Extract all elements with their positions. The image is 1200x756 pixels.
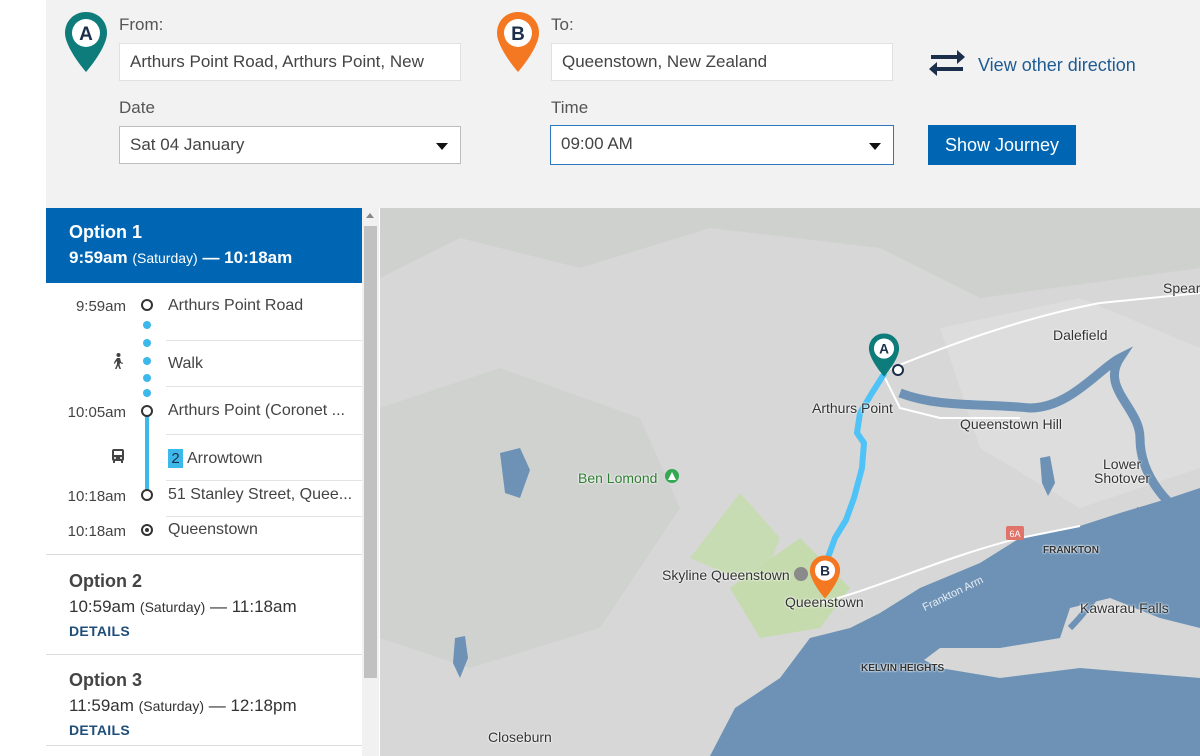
option-title: Option 3	[69, 670, 142, 690]
map-pin-a-icon[interactable]: A	[866, 332, 902, 378]
time-select-value: 09:00 AM	[561, 134, 633, 153]
divider	[46, 654, 362, 655]
option-times: 9:59am (Saturday) — 10:18am	[69, 248, 293, 267]
results-panel: Option 1 9:59am (Saturday) — 10:18am 9:5…	[46, 208, 362, 756]
divider	[166, 434, 362, 435]
svg-text:A: A	[79, 24, 93, 45]
pin-b-icon: B	[497, 12, 539, 72]
option-times: 11:59am (Saturday) — 12:18pm	[69, 696, 297, 715]
step-time: 9:59am	[75, 298, 126, 315]
map-label: Arthurs Point	[812, 400, 893, 416]
bus-icon	[112, 449, 124, 463]
swap-direction-icon[interactable]	[927, 50, 967, 76]
step-text: Queenstown	[168, 521, 258, 538]
route-number-badge: 2	[168, 449, 183, 468]
from-label: From:	[119, 15, 164, 34]
walk-icon	[114, 353, 123, 369]
step-text: Arthurs Point Road	[168, 297, 304, 314]
option-title: Option 1	[69, 222, 142, 242]
date-label: Date	[119, 98, 155, 117]
option-1-header[interactable]: Option 1 9:59am (Saturday) — 10:18am	[46, 208, 362, 283]
time-label: Time	[551, 98, 589, 117]
date-select-value: Sat 04 January	[130, 135, 245, 154]
chevron-down-icon	[869, 143, 881, 150]
divider	[166, 480, 362, 481]
pin-a-icon: A	[65, 12, 107, 72]
step-text: Arthurs Point (Coronet ...	[168, 402, 345, 419]
to-label: To:	[551, 15, 574, 34]
to-input[interactable]: Queenstown, New Zealand	[551, 43, 893, 81]
map-label: Spear	[1163, 280, 1200, 296]
from-input[interactable]: Arthurs Point Road, Arthurs Point, New	[119, 43, 461, 81]
date-select[interactable]: Sat 04 January	[119, 126, 461, 164]
time-select[interactable]: 09:00 AM	[550, 125, 894, 165]
map-label: Queenstown	[785, 594, 864, 610]
step-time: 10:18am	[67, 523, 126, 540]
svg-text:B: B	[820, 564, 830, 579]
svg-text:B: B	[511, 24, 525, 45]
map-label: Closeburn	[488, 729, 552, 745]
journey-form: A From: Arthurs Point Road, Arthurs Poin…	[46, 0, 1200, 208]
step-text: 51 Stanley Street, Quee...	[168, 486, 353, 503]
map-label: Ben Lomond	[578, 470, 658, 486]
step-text: Walk	[168, 355, 203, 372]
details-link[interactable]: DETAILS	[69, 623, 130, 639]
map-canvas: 6A	[380, 208, 1200, 756]
step-time: 10:18am	[67, 488, 126, 505]
map-label: KELVIN HEIGHTS	[861, 663, 945, 674]
details-link[interactable]: DETAILS	[69, 722, 130, 738]
divider	[166, 340, 362, 341]
map-view[interactable]: 6A A B Spear Dalefield Arthurs Point Que…	[380, 208, 1200, 756]
scrollbar-thumb[interactable]	[364, 226, 377, 678]
map-label: Shotover	[1094, 470, 1151, 486]
left-margin	[0, 0, 46, 756]
map-label: Kawarau Falls	[1080, 600, 1169, 616]
map-label: FRANKTON	[1043, 545, 1099, 556]
divider	[46, 745, 362, 746]
step-time: 10:05am	[67, 404, 126, 421]
show-journey-button[interactable]: Show Journey	[928, 125, 1076, 165]
view-other-direction-link[interactable]: View other direction	[978, 55, 1136, 76]
map-label: Dalefield	[1053, 327, 1108, 343]
step-text: Arrowtown	[187, 450, 263, 467]
chevron-down-icon	[436, 143, 448, 150]
map-label: Queenstown Hill	[960, 416, 1062, 432]
divider	[166, 386, 362, 387]
journey-timeline	[141, 299, 153, 536]
map-label: Skyline Queenstown	[662, 567, 790, 583]
divider	[46, 554, 362, 555]
scroll-up-icon[interactable]	[366, 213, 374, 218]
divider	[166, 516, 362, 517]
svg-text:A: A	[879, 342, 889, 357]
results-scrollbar[interactable]	[362, 208, 379, 756]
option-times: 10:59am (Saturday) — 11:18am	[69, 597, 297, 616]
svg-text:6A: 6A	[1009, 529, 1020, 539]
option-title: Option 2	[69, 571, 142, 591]
